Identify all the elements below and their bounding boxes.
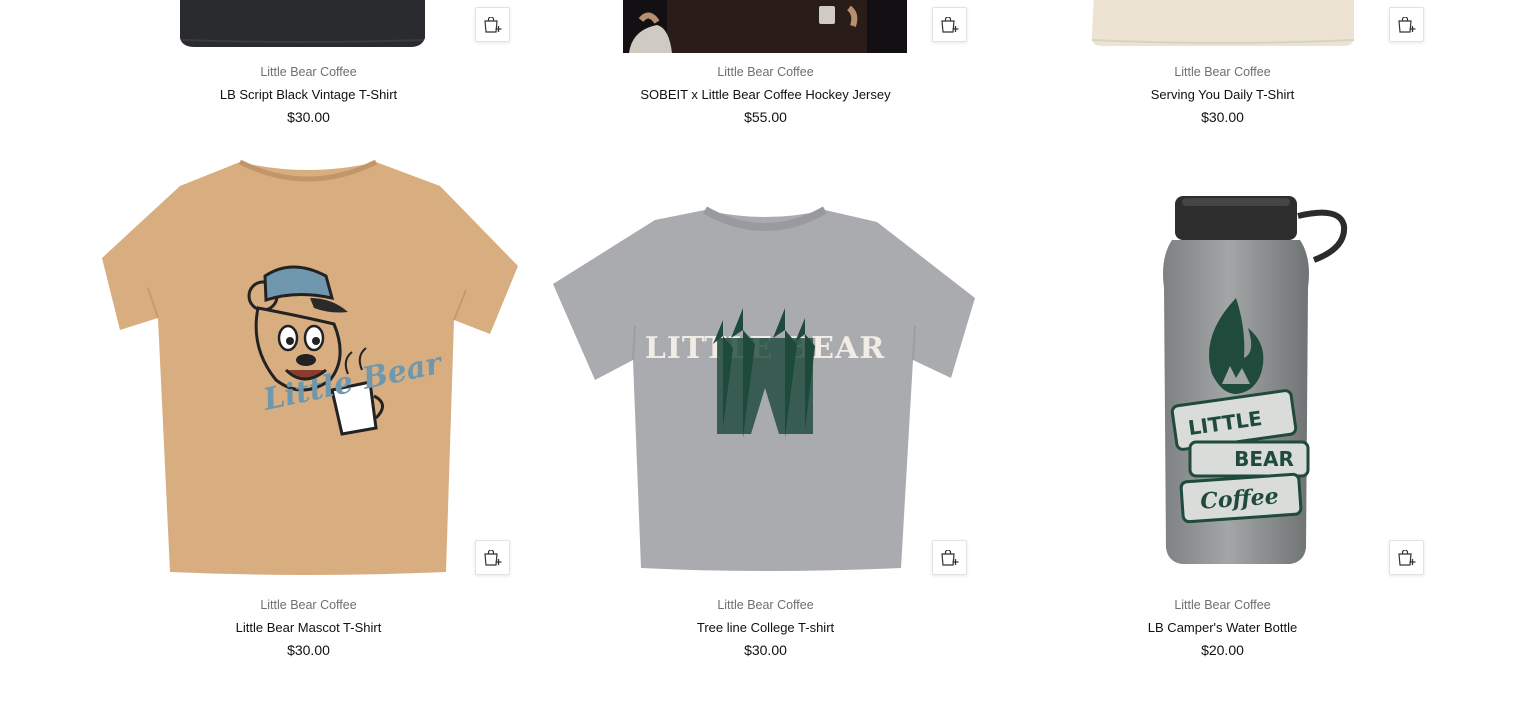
product-title[interactable]: SOBEIT x Little Bear Coffee Hockey Jerse… [537,86,994,104]
quick-add-cart-icon [940,16,958,33]
quick-add-button[interactable] [932,7,967,42]
product-title[interactable]: LB Camper's Water Bottle [994,619,1451,637]
product-image[interactable] [994,0,1451,53]
bottle-print-text: Coffee [1200,483,1280,514]
product-title[interactable]: Tree line College T-shirt [537,619,994,637]
product-vendor[interactable]: Little Bear Coffee [80,597,537,613]
quick-add-cart-icon [940,549,958,566]
product-price: $30.00 [287,642,330,658]
product-vendor[interactable]: Little Bear Coffee [80,64,537,80]
product-info: Little Bear Coffee LB Camper's Water Bot… [994,597,1451,659]
product-price: $20.00 [1201,642,1244,658]
product-info: Little Bear Coffee Tree line College T-s… [537,597,994,659]
product-price: $30.00 [744,642,787,658]
product-image[interactable] [80,0,537,53]
quick-add-button[interactable] [475,540,510,575]
product-image[interactable]: LITTLE BEAR [537,148,994,588]
product-image[interactable]: Little Bear [80,148,537,588]
product-image[interactable] [537,0,994,53]
quick-add-button[interactable] [475,7,510,42]
product-vendor[interactable]: Little Bear Coffee [994,597,1451,613]
product-price: $55.00 [744,109,787,125]
product-vendor[interactable]: Little Bear Coffee [994,64,1451,80]
bottle-print-text: BEAR [1234,447,1294,471]
product-image[interactable]: LITTLE BEAR Coffee [994,148,1451,588]
product-title[interactable]: LB Script Black Vintage T-Shirt [80,86,537,104]
quick-add-button[interactable] [1389,7,1424,42]
product-vendor[interactable]: Little Bear Coffee [537,597,994,613]
quick-add-button[interactable] [1389,540,1424,575]
product-vendor[interactable]: Little Bear Coffee [537,64,994,80]
product-info: Little Bear Coffee Little Bear Mascot T-… [80,597,537,659]
product-info: Little Bear Coffee Serving You Daily T-S… [994,64,1451,126]
product-price: $30.00 [287,109,330,125]
product-info: Little Bear Coffee LB Script Black Vinta… [80,64,537,126]
quick-add-button[interactable] [932,540,967,575]
product-info: Little Bear Coffee SOBEIT x Little Bear … [537,64,994,126]
quick-add-cart-icon [1397,16,1415,33]
product-grid: Little Bear Coffee LB Script Black Vinta… [80,0,1450,712]
product-price: $30.00 [1201,109,1244,125]
quick-add-cart-icon [1397,549,1415,566]
quick-add-cart-icon [483,16,501,33]
quick-add-cart-icon [483,549,501,566]
product-title[interactable]: Little Bear Mascot T-Shirt [80,619,537,637]
product-title[interactable]: Serving You Daily T-Shirt [994,86,1451,104]
